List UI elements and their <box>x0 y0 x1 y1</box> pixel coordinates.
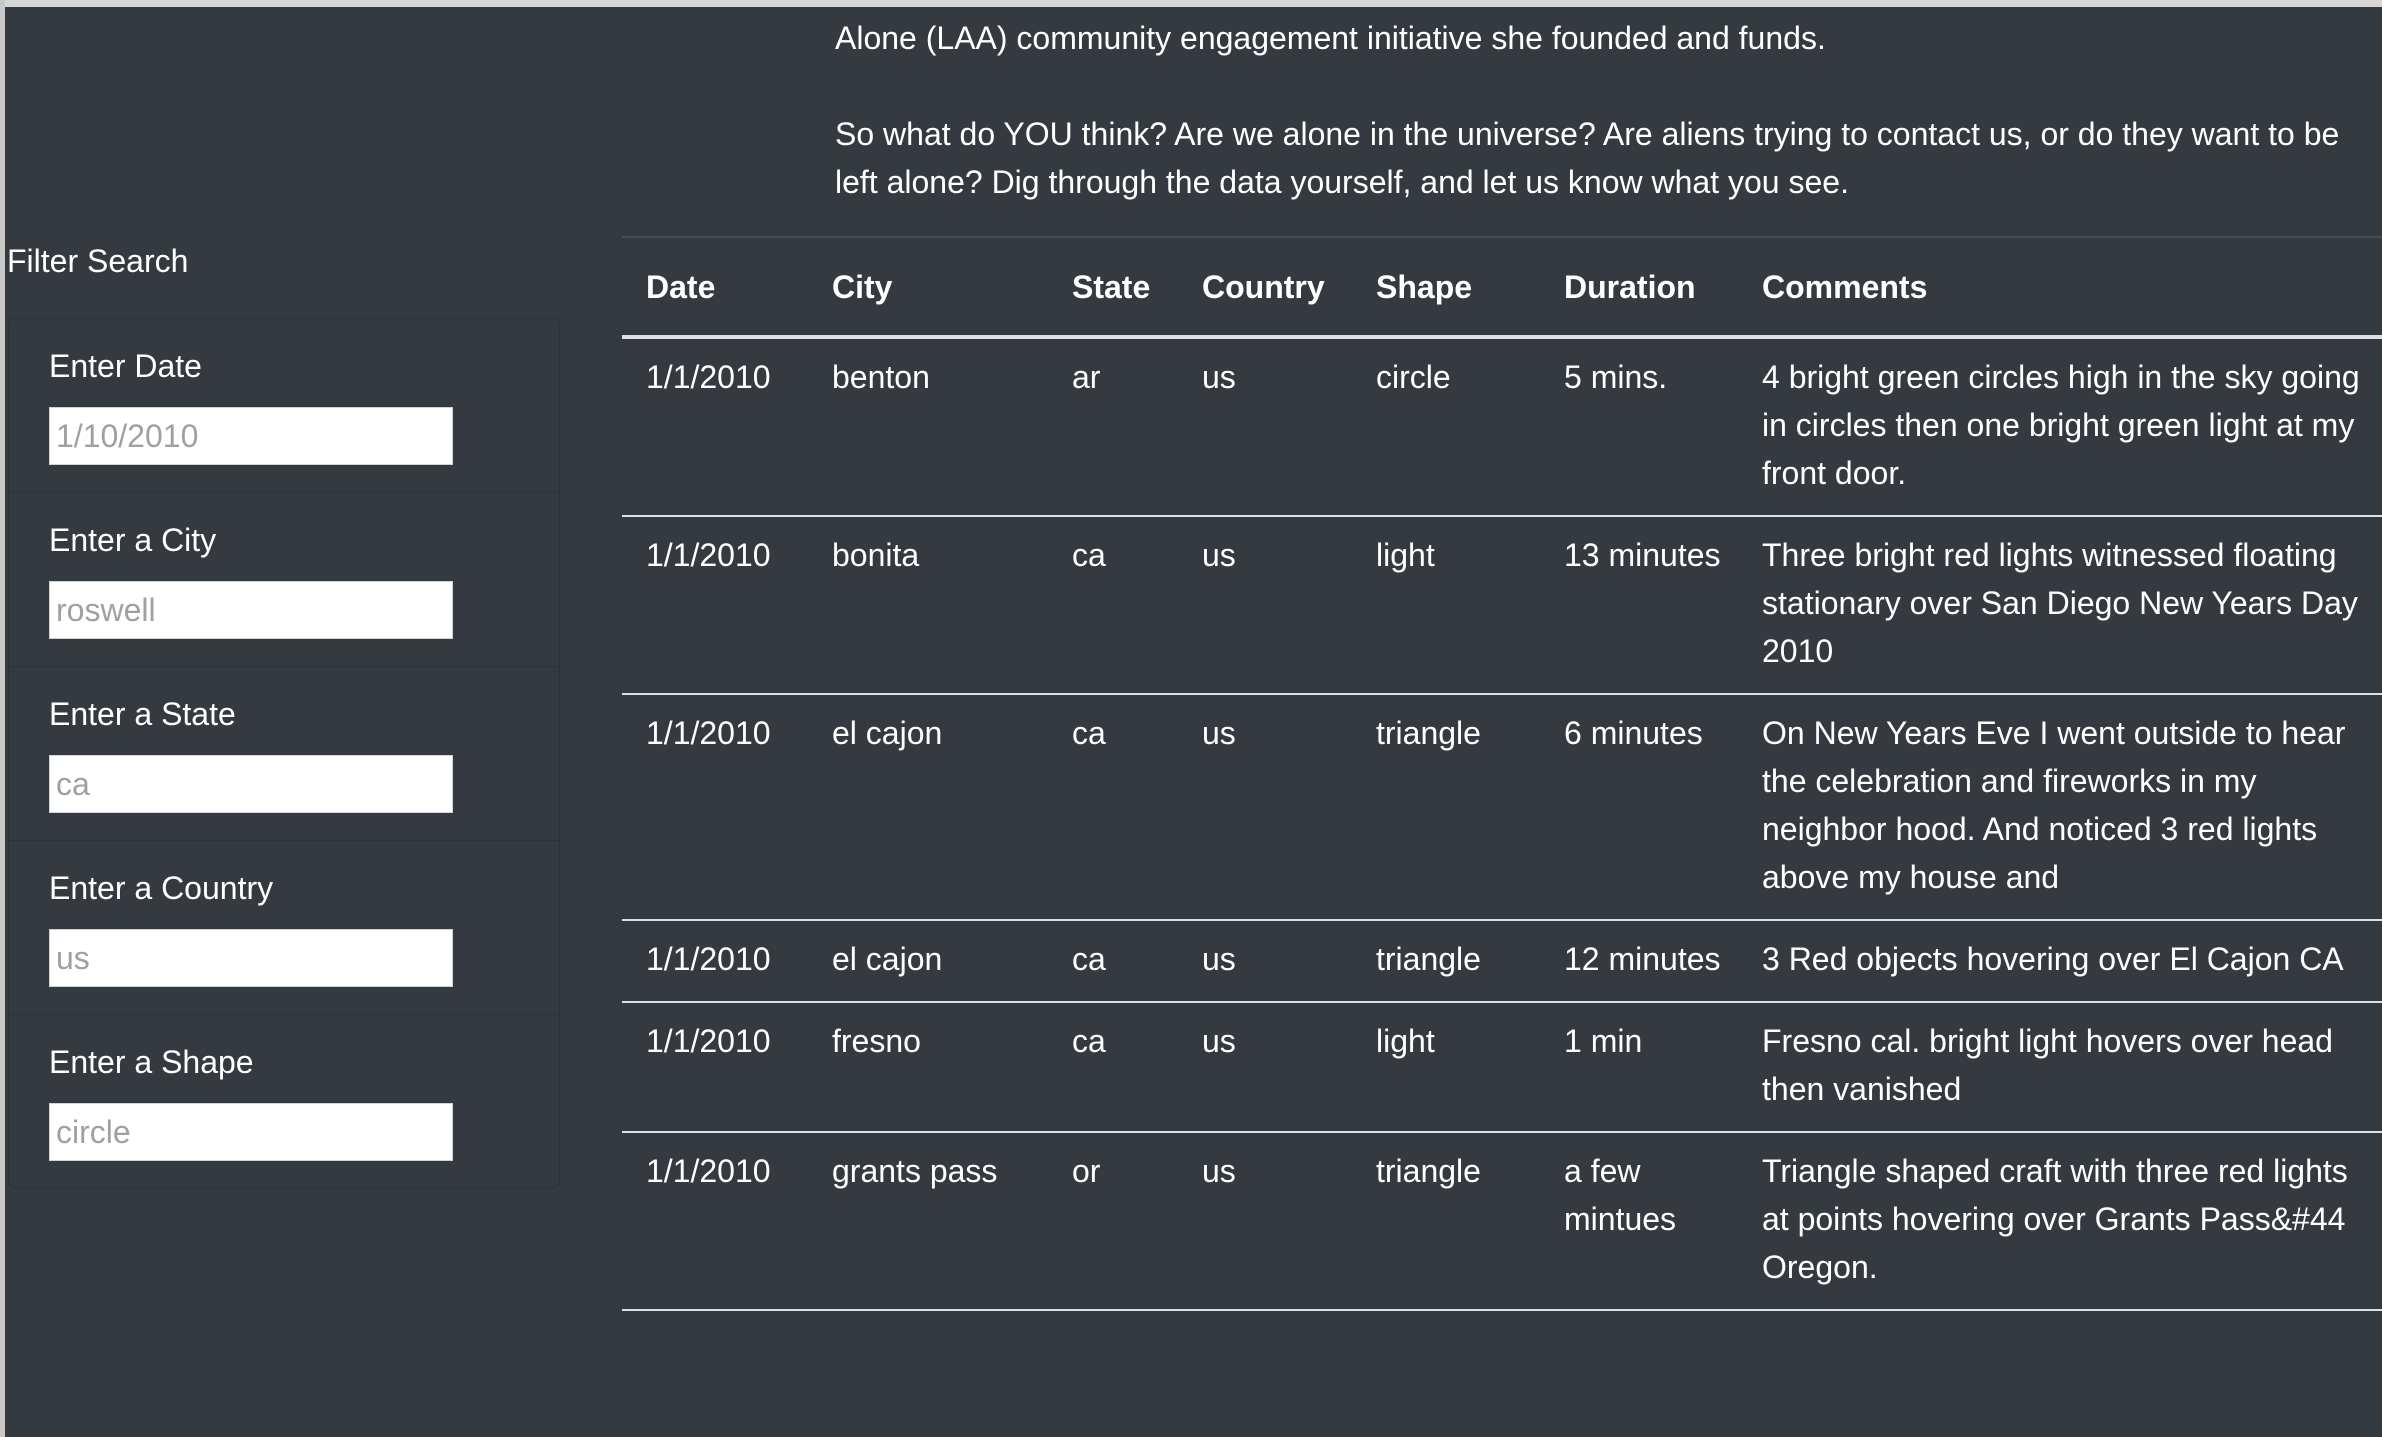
filter-label-country: Enter a Country <box>49 870 274 906</box>
table-row: 1/1/2010 grants pass or us triangle a fe… <box>622 1132 2382 1311</box>
filter-panel: Enter Date Enter a City Enter a State En… <box>8 318 560 1188</box>
filter-label-shape: Enter a Shape <box>49 1044 254 1080</box>
intro-paragraph-1: Alone (LAA) community engagement initiat… <box>835 20 1826 56</box>
cell-duration: 6 minutes <box>1540 694 1738 921</box>
table-row: 1/1/2010 fresno ca us light 1 min Fresno… <box>622 1002 2382 1133</box>
table-row: 1/1/2010 bonita ca us light 13 minutes T… <box>622 516 2382 695</box>
cell-country: us <box>1178 1132 1352 1311</box>
cell-comments: 4 bright green circles high in the sky g… <box>1738 337 2382 517</box>
cell-shape: triangle <box>1352 1132 1540 1311</box>
column-header-city: City <box>808 236 1048 339</box>
cell-country: us <box>1178 1002 1352 1133</box>
cell-city: benton <box>808 337 1048 517</box>
cell-shape: light <box>1352 1002 1540 1133</box>
cell-date: 1/1/2010 <box>622 1002 808 1133</box>
ufo-table: Date City State Country Shape Duration C… <box>622 236 2382 1311</box>
column-header-shape: Shape <box>1352 236 1540 339</box>
table-body: 1/1/2010 benton ar us circle 5 mins. 4 b… <box>622 337 2382 1311</box>
intro-paragraph-2: So what do YOU think? Are we alone in th… <box>835 116 2340 200</box>
cell-city: el cajon <box>808 920 1048 1003</box>
cell-state: ca <box>1048 694 1178 921</box>
window-left-edge <box>0 0 5 1437</box>
date-input[interactable] <box>49 407 453 465</box>
cell-city: bonita <box>808 516 1048 695</box>
cell-comments: Fresno cal. bright light hovers over hea… <box>1738 1002 2382 1133</box>
column-header-date: Date <box>622 236 808 339</box>
cell-city: fresno <box>808 1002 1048 1133</box>
column-header-country: Country <box>1178 236 1352 339</box>
table-row: 1/1/2010 el cajon ca us triangle 12 minu… <box>622 920 2382 1003</box>
cell-duration: 12 minutes <box>1540 920 1738 1003</box>
column-header-state: State <box>1048 236 1178 339</box>
cell-country: us <box>1178 516 1352 695</box>
filter-search-title: Filter Search <box>7 243 189 279</box>
cell-country: us <box>1178 920 1352 1003</box>
cell-city: el cajon <box>808 694 1048 921</box>
cell-duration: 13 minutes <box>1540 516 1738 695</box>
table-header-row: Date City State Country Shape Duration C… <box>622 236 2382 339</box>
cell-shape: triangle <box>1352 694 1540 921</box>
filter-item-shape: Enter a Shape <box>9 1015 559 1189</box>
cell-country: us <box>1178 694 1352 921</box>
cell-duration: a few mintues <box>1540 1132 1738 1311</box>
cell-country: us <box>1178 337 1352 517</box>
cell-date: 1/1/2010 <box>622 694 808 921</box>
filter-item-state: Enter a State <box>9 667 559 841</box>
table-row: 1/1/2010 benton ar us circle 5 mins. 4 b… <box>622 337 2382 517</box>
cell-duration: 5 mins. <box>1540 337 1738 517</box>
cell-comments: On New Years Eve I went outside to hear … <box>1738 694 2382 921</box>
filter-label-city: Enter a City <box>49 522 217 558</box>
cell-state: ca <box>1048 516 1178 695</box>
city-input[interactable] <box>49 581 453 639</box>
cell-date: 1/1/2010 <box>622 920 808 1003</box>
cell-state: ca <box>1048 920 1178 1003</box>
cell-state: ar <box>1048 337 1178 517</box>
column-header-comments: Comments <box>1738 236 2382 339</box>
cell-comments: Three bright red lights witnessed floati… <box>1738 516 2382 695</box>
country-input[interactable] <box>49 929 453 987</box>
shape-input[interactable] <box>49 1103 453 1161</box>
window-top-edge <box>0 0 2382 7</box>
table-header: Date City State Country Shape Duration C… <box>622 236 2382 339</box>
page: Alone (LAA) community engagement initiat… <box>0 0 2382 1437</box>
state-input[interactable] <box>49 755 453 813</box>
intro-text: Alone (LAA) community engagement initiat… <box>835 14 2375 206</box>
filter-label-state: Enter a State <box>49 696 236 732</box>
cell-shape: circle <box>1352 337 1540 517</box>
cell-duration: 1 min <box>1540 1002 1738 1133</box>
cell-comments: 3 Red objects hovering over El Cajon CA <box>1738 920 2382 1003</box>
filter-item-date: Enter Date <box>9 319 559 493</box>
cell-comments: Triangle shaped craft with three red lig… <box>1738 1132 2382 1311</box>
cell-shape: triangle <box>1352 920 1540 1003</box>
ufo-table-container: Date City State Country Shape Duration C… <box>622 236 2382 1311</box>
cell-city: grants pass <box>808 1132 1048 1311</box>
table-row: 1/1/2010 el cajon ca us triangle 6 minut… <box>622 694 2382 921</box>
filter-item-country: Enter a Country <box>9 841 559 1015</box>
cell-shape: light <box>1352 516 1540 695</box>
cell-date: 1/1/2010 <box>622 516 808 695</box>
column-header-duration: Duration <box>1540 236 1738 339</box>
cell-date: 1/1/2010 <box>622 1132 808 1311</box>
cell-date: 1/1/2010 <box>622 337 808 517</box>
cell-state: or <box>1048 1132 1178 1311</box>
cell-state: ca <box>1048 1002 1178 1133</box>
filter-item-city: Enter a City <box>9 493 559 667</box>
filter-label-date: Enter Date <box>49 348 202 384</box>
